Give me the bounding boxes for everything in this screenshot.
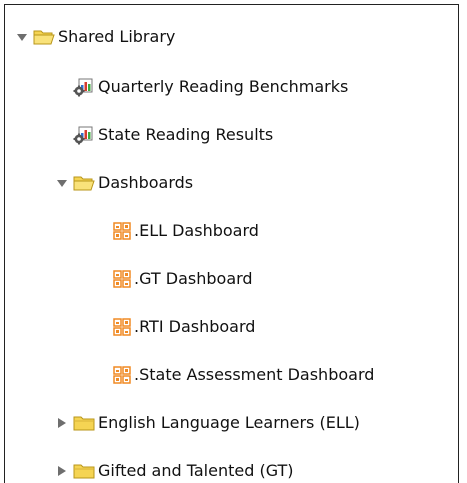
- tree-node-label: Quarterly Reading Benchmarks: [98, 77, 349, 96]
- folder-closed-icon: [73, 414, 95, 432]
- folder-open-icon: [33, 28, 55, 46]
- tree-node-shared-library[interactable]: Shared Library: [15, 21, 175, 53]
- tree-node-label: .ELL Dashboard: [134, 221, 259, 240]
- tree-node-gt-dashboard[interactable]: .GT Dashboard: [113, 263, 253, 295]
- expanded-arrow-icon[interactable]: [55, 176, 69, 190]
- tree-node-label: Shared Library: [58, 27, 176, 46]
- tree-node-state-reading-results[interactable]: State Reading Results: [73, 119, 273, 151]
- dashboard-icon: [113, 222, 131, 240]
- tree-node-label: .State Assessment Dashboard: [134, 365, 375, 384]
- collapsed-arrow-icon[interactable]: [55, 464, 69, 478]
- tree-node-label: .GT Dashboard: [134, 269, 253, 288]
- folder-closed-icon: [73, 462, 95, 480]
- tree-node-label: .RTI Dashboard: [134, 317, 256, 336]
- tree-node-quarterly-reading-benchmarks[interactable]: Quarterly Reading Benchmarks: [73, 71, 348, 103]
- dashboard-icon: [113, 270, 131, 288]
- dashboard-icon: [113, 366, 131, 384]
- tree-node-label: Dashboards: [98, 173, 194, 192]
- tree-node-label: State Reading Results: [98, 125, 274, 144]
- tree-node-ell-dashboard[interactable]: .ELL Dashboard: [113, 215, 259, 247]
- tree-node-dashboards[interactable]: Dashboards: [55, 167, 193, 199]
- expanded-arrow-icon[interactable]: [15, 30, 29, 44]
- dashboard-icon: [113, 318, 131, 336]
- tree-node-rti-dashboard[interactable]: .RTI Dashboard: [113, 311, 255, 343]
- tree-node-label: English Language Learners (ELL): [98, 413, 360, 432]
- tree-node-english-language-learners[interactable]: English Language Learners (ELL): [55, 407, 360, 439]
- tree-node-state-assessment-dashboard[interactable]: .State Assessment Dashboard: [113, 359, 374, 391]
- report-gear-icon: [73, 77, 95, 97]
- report-gear-icon: [73, 125, 95, 145]
- collapsed-arrow-icon[interactable]: [55, 416, 69, 430]
- tree-node-gifted-and-talented[interactable]: Gifted and Talented (GT): [55, 455, 294, 483]
- library-tree-panel: Shared Library Quarterly Reading Benchma…: [4, 4, 459, 483]
- folder-open-icon: [73, 174, 95, 192]
- tree-node-label: Gifted and Talented (GT): [98, 461, 294, 480]
